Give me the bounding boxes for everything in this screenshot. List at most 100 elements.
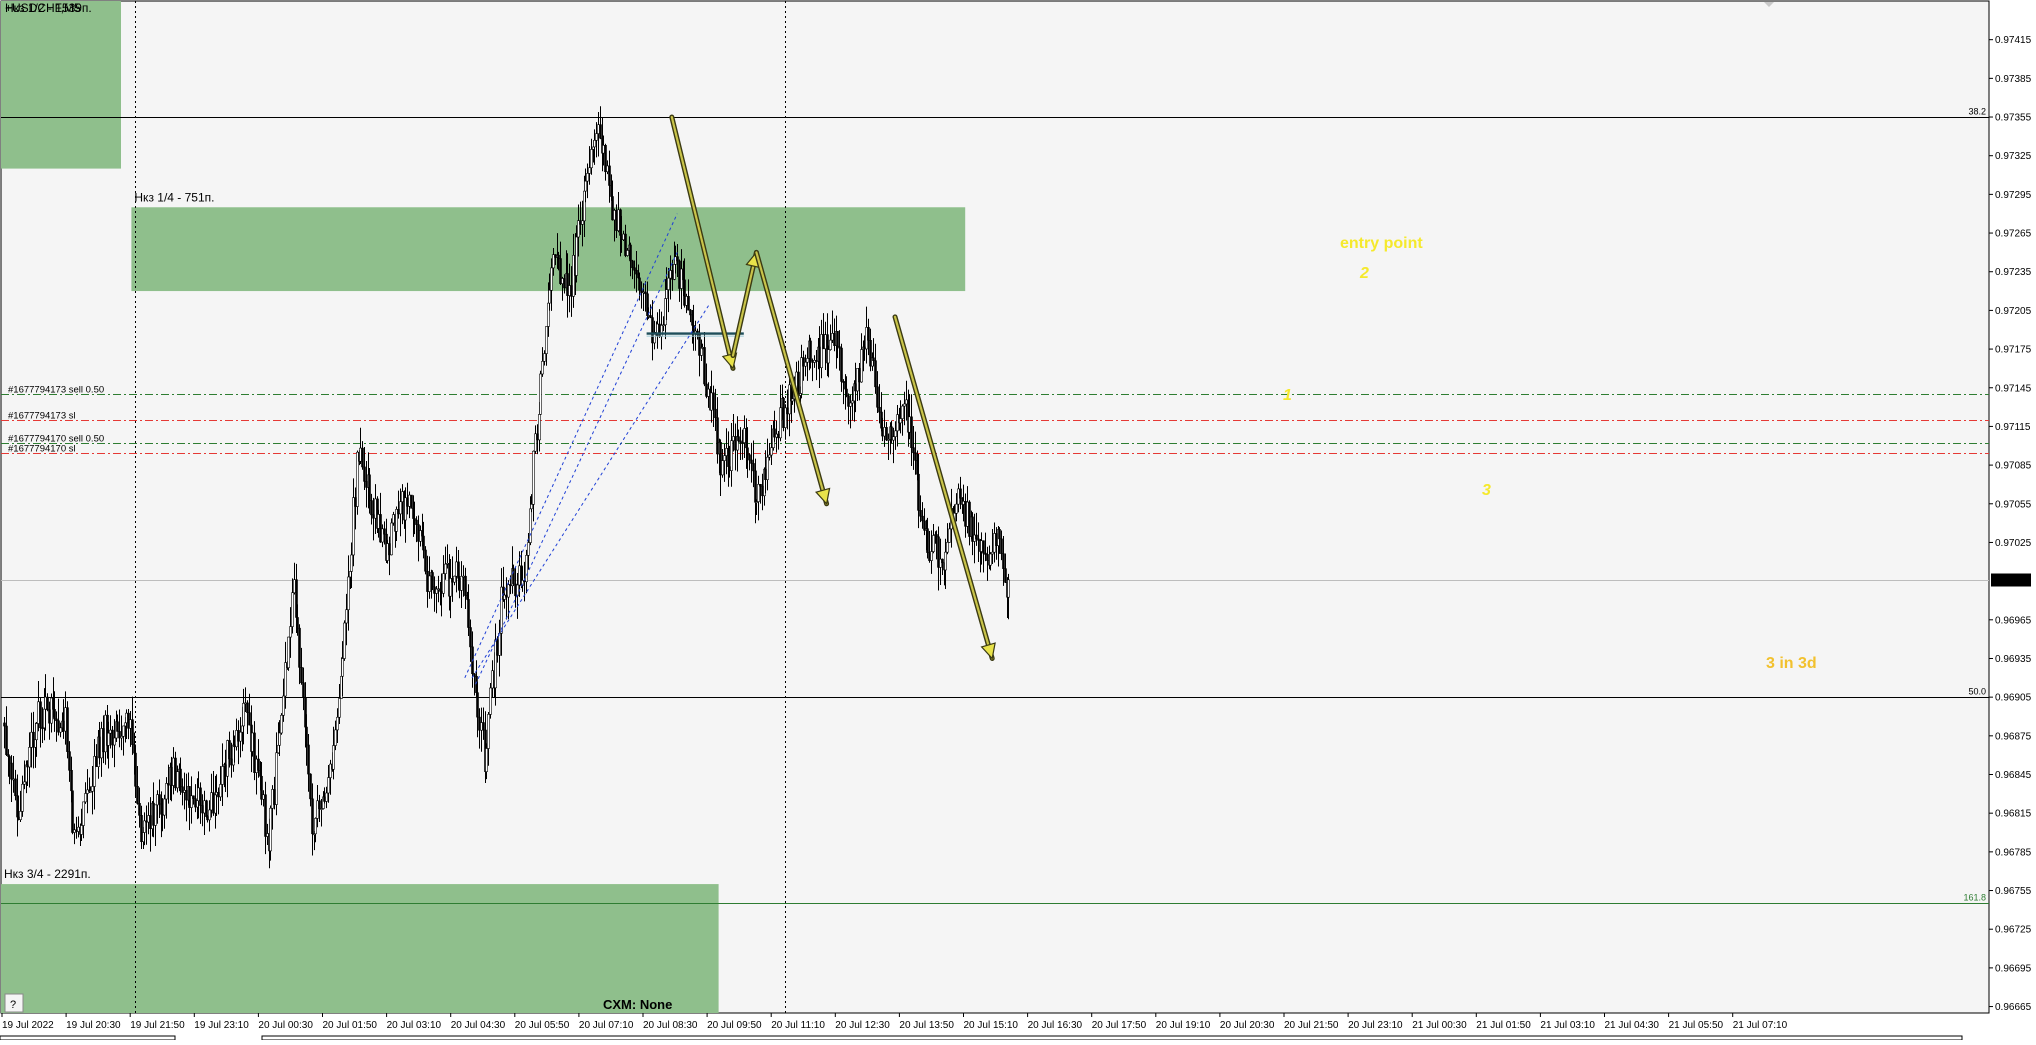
candle-body [143, 820, 146, 833]
candle-body [687, 296, 690, 311]
help-button-label[interactable]: ? [10, 999, 16, 1011]
candle-body [77, 826, 80, 832]
candle-body [955, 503, 958, 514]
candle-body [237, 730, 240, 742]
candle-body [188, 786, 191, 808]
candle-body [233, 744, 236, 748]
candle-body [73, 829, 76, 833]
candle-body [194, 798, 197, 808]
candle-body [113, 737, 116, 746]
candle-body [314, 818, 317, 835]
demand-zone [1, 1, 121, 169]
candle-body [485, 748, 488, 772]
candle-body [457, 561, 460, 579]
candle-body [892, 436, 895, 441]
candle-body [296, 617, 299, 629]
time-tick-label: 20 Jul 07:10 [579, 1020, 634, 1031]
candle-body [849, 402, 852, 407]
candle-body [626, 250, 629, 256]
fib-level-label: 50.0 [1968, 687, 1986, 697]
candle-body [919, 510, 922, 517]
candle-body [1000, 538, 1003, 554]
candle-body [941, 558, 944, 564]
candle-body [170, 767, 173, 786]
candle-body [399, 501, 402, 515]
candle-body [183, 790, 186, 793]
candle-body [876, 386, 879, 408]
chart-canvas[interactable]: Нкз 1/2 - 1539п.Нкз 1/4 - 751п.Нкз 3/4 -… [0, 0, 2036, 1041]
time-tick-label: 20 Jul 15:10 [964, 1020, 1019, 1031]
candle-body [368, 474, 371, 501]
candle-body [102, 728, 105, 753]
candle-body [21, 783, 24, 812]
candle-body [829, 339, 832, 350]
candle-body [840, 347, 843, 382]
candle-body [768, 454, 771, 458]
candle-body [122, 725, 125, 737]
time-tick-label: 20 Jul 04:30 [451, 1020, 506, 1031]
candle-body [98, 736, 101, 759]
candle-body [185, 790, 188, 801]
candle-body [39, 701, 42, 729]
candle-body [750, 459, 753, 464]
candle-body [35, 723, 38, 741]
candle-body [289, 626, 292, 638]
time-tick-label: 20 Jul 00:30 [258, 1020, 313, 1031]
candle-body [948, 528, 951, 543]
candle-body [226, 740, 229, 777]
price-tick-label: 0.96725 [1995, 925, 2032, 936]
wave-3-label: 3 [1482, 482, 1491, 499]
candle-body [714, 408, 717, 419]
candle-body [543, 353, 546, 362]
candle-body [215, 792, 218, 796]
candle-body [244, 702, 247, 705]
candle-body [442, 573, 445, 594]
symbol-label: +USDCHF,M5 [5, 1, 81, 15]
candle-body [667, 277, 670, 290]
candle-body [100, 728, 103, 759]
order-label: #1677794173 sl [8, 411, 76, 422]
order-label: #1677794170 sl [8, 444, 76, 455]
candle-body [489, 687, 492, 715]
candle-body [635, 269, 638, 275]
price-tick-label: 0.97385 [1995, 74, 2032, 85]
candle-body [1002, 553, 1005, 569]
candle-body [363, 466, 366, 482]
price-tick-label: 0.97295 [1995, 190, 2032, 201]
price-tick-label: 0.97235 [1995, 267, 2032, 278]
candle-body [525, 555, 528, 583]
candle-body [91, 786, 94, 792]
candle-body [935, 534, 938, 538]
candle-body [127, 712, 130, 729]
help-button[interactable]: ? [4, 993, 24, 1013]
time-tick-label: 21 Jul 01:50 [1476, 1020, 1531, 1031]
candle-body [3, 722, 6, 727]
candle-body [530, 504, 533, 510]
candle-body [156, 794, 159, 806]
candle-body [140, 815, 143, 842]
candle-body [327, 777, 330, 794]
candle-body [219, 784, 222, 798]
candle-body [431, 572, 434, 588]
candle-body [921, 515, 924, 522]
candle-body [66, 707, 69, 752]
candle-body [116, 721, 119, 732]
candle-body [860, 349, 863, 383]
candle-body [444, 563, 447, 574]
candle-body [712, 392, 715, 410]
candle-body [190, 795, 193, 808]
candle-body [538, 414, 541, 441]
candle-body [507, 584, 510, 598]
candle-body [665, 289, 668, 299]
candle-body [336, 716, 339, 731]
candle-body [118, 731, 121, 739]
trading-chart[interactable]: Нкз 1/2 - 1539п. Нкз 1/4 - 751п. Нкз 3/4 -… [0, 0, 2036, 1041]
candle-body [415, 519, 418, 525]
plot-area [0, 0, 1990, 1014]
candle-body [12, 778, 15, 781]
candle-body [208, 809, 211, 821]
scrollbar-left[interactable] [0, 1035, 176, 1041]
scrollbar-track[interactable] [261, 1035, 1963, 1041]
candle-body [586, 173, 589, 182]
candle-body [836, 330, 839, 347]
